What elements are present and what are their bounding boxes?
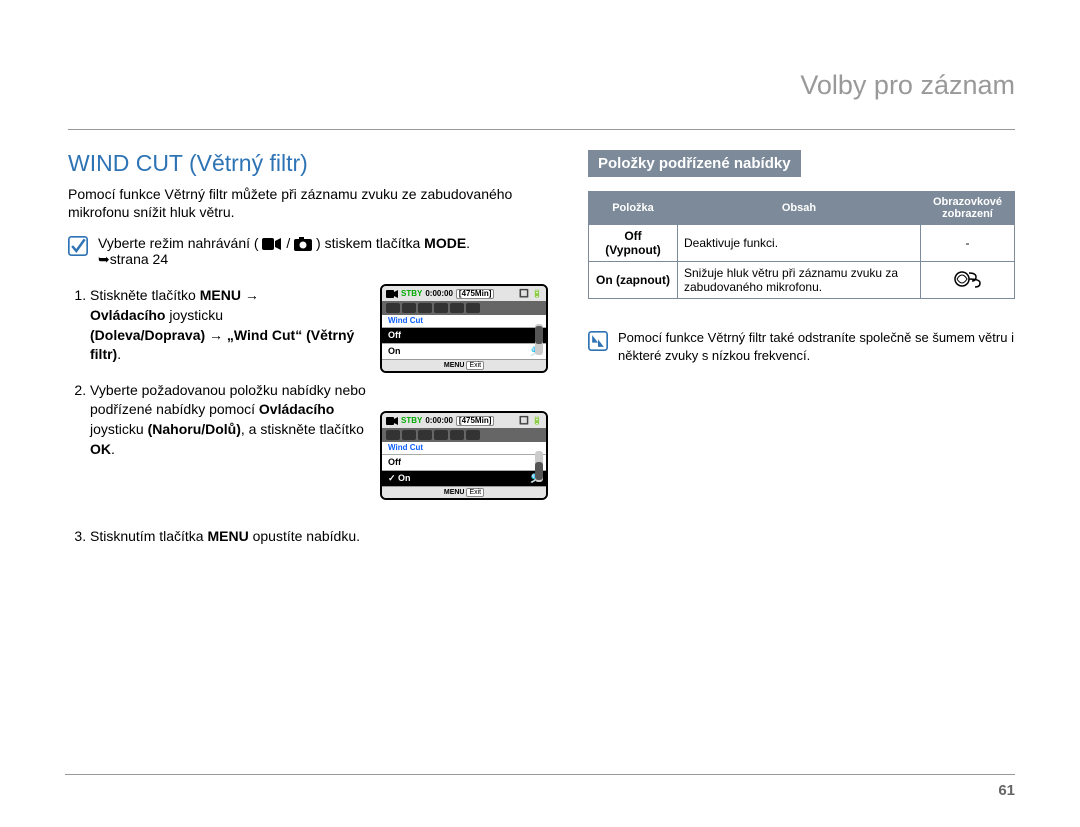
wc-label: Wind Cut — [382, 442, 546, 454]
top-rule — [68, 129, 1015, 130]
step-2: Vyberte požadovanou položku nabídky nebo… — [90, 381, 538, 511]
th-item: Položka — [589, 192, 678, 225]
rec-icon — [386, 416, 398, 426]
options-table: Položka Obsah Obrazovkové zobrazení Off … — [588, 191, 1015, 299]
t: joysticku — [165, 307, 223, 323]
row-on: On🎐 — [382, 470, 546, 486]
f: Exit — [466, 488, 484, 497]
t: , a stiskněte tlačítko — [241, 421, 364, 437]
time: 0:00:00 — [425, 417, 453, 425]
note-icon — [588, 331, 608, 351]
left-column: WIND CUT (Větrný filtr) Pomocí funkce Vě… — [68, 150, 538, 598]
step-3: Stisknutím tlačítka MENU opustíte nabídk… — [90, 527, 538, 582]
t: OK — [90, 441, 111, 457]
wind-cut-icon — [954, 268, 982, 290]
f: Exit — [466, 361, 484, 370]
page-number: 61 — [998, 782, 1015, 799]
t: (Nahoru/Dolů) — [148, 421, 241, 437]
cell-on-desc: Snižuje hluk větru při záznamu zvuku za … — [678, 262, 921, 299]
th-display: Obrazovkové zobrazení — [921, 192, 1015, 225]
f: MENU — [444, 489, 465, 496]
mins: [475Min] — [456, 289, 494, 299]
table-row: Off (Vypnout) Deaktivuje funkci. - — [589, 225, 1015, 262]
t: Stiskněte tlačítko — [90, 287, 200, 303]
t: Stisknutím tlačítka — [90, 528, 207, 544]
submenu-items-heading: Položky podřízené nabídky — [588, 150, 801, 177]
t: MENU — [200, 287, 241, 303]
intro-text: Pomocí funkce Větrný filtr můžete při zá… — [68, 185, 538, 221]
section-title: Volby pro záznam — [68, 70, 1015, 101]
mode-word: MODE — [424, 235, 466, 251]
cell-off-desc: Deaktivuje funkci. — [678, 225, 921, 262]
th-content: Obsah — [678, 192, 921, 225]
cell-on-icon — [921, 262, 1015, 299]
row-off: Off — [382, 327, 546, 343]
heading-wind-cut: WIND CUT (Větrný filtr) — [68, 150, 538, 177]
steps-list: Stiskněte tlačítko MENU → Ovládacího joy… — [68, 286, 538, 581]
video-icon — [262, 237, 282, 251]
mins: [475Min] — [456, 416, 494, 426]
t: opustíte nabídku. — [249, 528, 360, 544]
camera-icon — [294, 237, 312, 251]
mode-text-before: Vyberte režim nahrávání ( — [98, 235, 259, 251]
check-icon — [68, 236, 88, 256]
t: MENU — [207, 528, 248, 544]
stby: STBY — [401, 290, 422, 298]
rec-icon — [386, 289, 398, 299]
mode-instruction: Vyberte režim nahrávání ( / ) stiskem tl… — [68, 235, 538, 268]
step-1: Stiskněte tlačítko MENU → Ovládacího joy… — [90, 286, 538, 364]
t: joysticku — [90, 421, 148, 437]
f: MENU — [444, 362, 465, 369]
mode-page-ref: ➥strana 24 — [98, 251, 168, 267]
time: 0:00:00 — [425, 290, 453, 298]
table-row: On (zapnout) Snižuje hluk větru při zázn… — [589, 262, 1015, 299]
note-text: Pomocí funkce Větrný filtr také odstraní… — [618, 329, 1015, 364]
screenshot-off-selected: STBY0:00:00[475Min]🔲🔋 Wind Cut Off On🎐 M… — [380, 284, 548, 373]
cell-off: Off (Vypnout) — [589, 225, 678, 262]
row-off: Off — [382, 454, 546, 470]
wc-label: Wind Cut — [382, 315, 546, 327]
mode-text-after: ) stiskem tlačítka — [316, 235, 424, 251]
t: Ovládacího — [90, 307, 165, 323]
t: → — [241, 287, 259, 303]
t: Ovládacího — [259, 401, 334, 417]
cell-on: On (zapnout) — [589, 262, 678, 299]
bottom-rule — [65, 774, 1015, 775]
cell-off-icon: - — [921, 225, 1015, 262]
note: Pomocí funkce Větrný filtr také odstraní… — [588, 329, 1015, 364]
page: Volby pro záznam WIND CUT (Větrný filtr)… — [0, 0, 1080, 827]
slash: / — [286, 235, 294, 251]
screenshot-on-selected: STBY0:00:00[475Min]🔲🔋 Wind Cut Off On🎐 M… — [380, 411, 548, 500]
right-column: Položky podřízené nabídky Položka Obsah … — [588, 150, 1015, 598]
stby: STBY — [401, 417, 422, 425]
row-on: On🎐 — [382, 343, 546, 359]
t: (Doleva/Doprava) → „Wind Cut“ (Větrný fi… — [90, 327, 354, 363]
